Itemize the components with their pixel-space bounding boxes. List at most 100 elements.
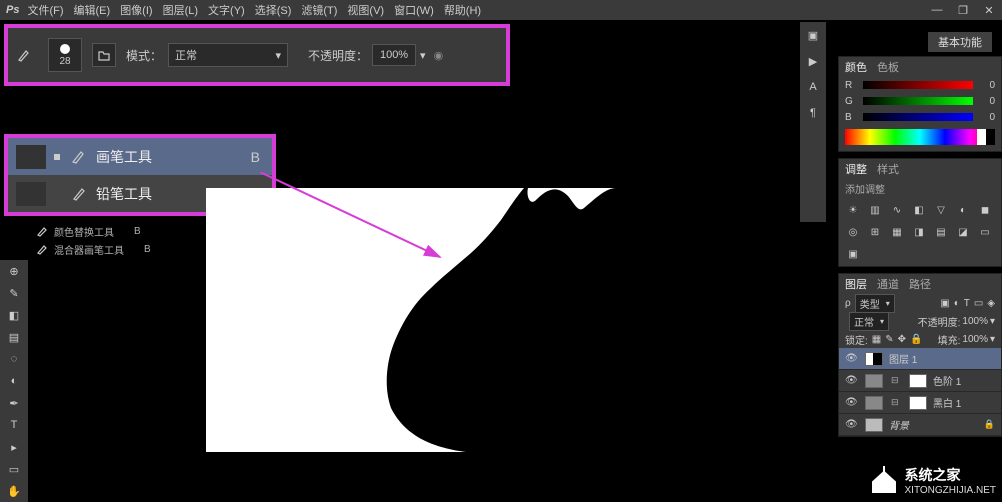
window-close[interactable]: ✕ <box>976 1 1002 19</box>
tab-paths[interactable]: 路径 <box>909 276 931 292</box>
tool-hand[interactable]: ✋ <box>0 480 28 502</box>
green-slider[interactable]: G 0 <box>839 93 1001 109</box>
visibility-icon[interactable]: 👁 <box>845 375 859 386</box>
adj-exposure-icon[interactable]: ◧ <box>911 202 927 218</box>
adj-bw-icon[interactable]: ◼ <box>977 202 993 218</box>
visibility-icon[interactable]: 👁 <box>845 353 859 364</box>
layer-row[interactable]: 👁 ⊟ 黑白 1 <box>839 392 1001 414</box>
document-canvas[interactable] <box>206 188 671 452</box>
slider-track[interactable] <box>863 97 973 105</box>
tool-mixer-brush[interactable]: 混合器画笔工具 B <box>36 240 151 258</box>
tool-dodge[interactable]: ◐ <box>0 370 28 392</box>
menu-help[interactable]: 帮助(H) <box>444 2 481 18</box>
visibility-icon[interactable]: 👁 <box>845 397 859 408</box>
adj-poster-icon[interactable]: ▤ <box>933 224 949 240</box>
blend-mode-select[interactable]: 正常 ▾ <box>168 43 288 67</box>
adj-levels-icon[interactable]: ▥ <box>867 202 883 218</box>
watermark-icon <box>869 466 899 496</box>
blue-slider[interactable]: B 0 <box>839 109 1001 125</box>
red-slider[interactable]: R 0 <box>839 77 1001 93</box>
adj-selective-icon[interactable]: ▣ <box>845 246 861 262</box>
tool-gradient[interactable]: ▤ <box>0 326 28 348</box>
tab-channels[interactable]: 通道 <box>877 276 899 292</box>
dropdown-icon[interactable]: ▾ <box>990 334 995 345</box>
menu-image[interactable]: 图像(I) <box>120 2 152 18</box>
lock-pixel-icon[interactable]: ✎ <box>885 334 893 345</box>
opacity-field[interactable]: 100% <box>372 44 416 66</box>
layer-kind-select[interactable]: 类型▾ <box>855 294 895 313</box>
dropdown-icon[interactable]: ▾ <box>420 49 426 62</box>
tool-blur[interactable]: ◌ <box>0 348 28 370</box>
mask-thumb <box>909 374 927 388</box>
tab-adjustments[interactable]: 调整 <box>845 161 867 177</box>
lock-icon: 🔒 <box>984 419 995 430</box>
menu-edit[interactable]: 编辑(E) <box>74 2 111 18</box>
dock-history[interactable]: ▣ <box>800 22 826 48</box>
adj-gradient-map-icon[interactable]: ▭ <box>977 224 993 240</box>
tool-shape[interactable]: ▭ <box>0 458 28 480</box>
dock-actions[interactable]: ▶ <box>800 48 826 74</box>
layer-row[interactable]: 👁 图层 1 <box>839 348 1001 370</box>
lock-pos-icon[interactable]: ✥ <box>898 334 906 345</box>
color-spectrum[interactable] <box>845 129 995 145</box>
menu-filter[interactable]: 滤镜(T) <box>301 2 337 18</box>
adj-lookup-icon[interactable]: ▦ <box>889 224 905 240</box>
tool-brush[interactable]: 画笔工具 B <box>8 138 272 175</box>
brush-panel-toggle[interactable] <box>92 43 116 67</box>
adj-threshold-icon[interactable]: ◪ <box>955 224 971 240</box>
adj-hue-icon[interactable]: ◐ <box>955 202 971 218</box>
window-restore[interactable]: ❐ <box>950 1 976 19</box>
tool-text[interactable]: T <box>0 414 28 436</box>
lock-trans-icon[interactable]: ▦ <box>872 334 881 345</box>
adj-channel-mixer-icon[interactable]: ⊞ <box>867 224 883 240</box>
layer-row[interactable]: 👁 ⊟ 色阶 1 <box>839 370 1001 392</box>
tab-styles[interactable]: 样式 <box>877 161 899 177</box>
tool-preset-brush[interactable] <box>14 47 34 63</box>
menu-layer[interactable]: 图层(L) <box>163 2 198 18</box>
blend-mode-value: 正常 <box>175 47 197 63</box>
slider-track[interactable] <box>863 113 973 121</box>
filter-pixel-icon[interactable]: ▣ <box>940 298 949 309</box>
layer-blend-select[interactable]: 正常▾ <box>849 312 889 331</box>
brush-preset-picker[interactable]: 28 <box>48 38 82 72</box>
menu-view[interactable]: 视图(V) <box>347 2 384 18</box>
tab-swatches[interactable]: 色板 <box>877 59 899 75</box>
fill-value[interactable]: 100% <box>962 334 988 345</box>
filter-text-icon[interactable]: T <box>964 298 970 309</box>
dropdown-icon[interactable]: ▾ <box>990 316 995 327</box>
dock-para[interactable]: ¶ <box>800 100 826 126</box>
menu-type[interactable]: 文字(Y) <box>208 2 245 18</box>
folder-icon <box>97 48 111 62</box>
tab-color[interactable]: 颜色 <box>845 59 867 75</box>
adj-vibrance-icon[interactable]: ▽ <box>933 202 949 218</box>
tool-history-brush[interactable]: ✎ <box>0 282 28 304</box>
tool-clone-stamp[interactable]: ⊕ <box>0 260 28 282</box>
layer-row[interactable]: 👁 背景 🔒 <box>839 414 1001 436</box>
lock-all-icon[interactable]: 🔒 <box>910 334 922 345</box>
adj-brightness-icon[interactable]: ☀ <box>845 202 861 218</box>
menu-window[interactable]: 窗口(W) <box>394 2 434 18</box>
tool-eraser[interactable]: ◧ <box>0 304 28 326</box>
slider-track[interactable] <box>863 81 973 89</box>
tool-color-replace[interactable]: 颜色替换工具 B <box>36 222 151 240</box>
menu-file[interactable]: 文件(F) <box>27 2 63 18</box>
tool-shortcut: B <box>251 149 260 165</box>
dropdown-icon: ▾ <box>275 49 281 62</box>
filter-smart-icon[interactable]: ◈ <box>987 298 995 309</box>
adj-invert-icon[interactable]: ◨ <box>911 224 927 240</box>
adj-curves-icon[interactable]: ∿ <box>889 202 905 218</box>
filter-shape-icon[interactable]: ▭ <box>974 298 983 309</box>
tool-path-select[interactable]: ▸ <box>0 436 28 458</box>
dock-char[interactable]: A <box>800 74 826 100</box>
workspace-basic[interactable]: 基本功能 <box>928 32 992 52</box>
pressure-opacity-icon[interactable]: ◉ <box>434 49 444 62</box>
adj-photo-filter-icon[interactable]: ◎ <box>845 224 861 240</box>
filter-adjust-icon[interactable]: ◐ <box>954 298 960 309</box>
tool-pen[interactable]: ✒ <box>0 392 28 414</box>
watermark: 系统之家 XITONGZHIJIA.NET <box>869 465 997 496</box>
window-minimize[interactable]: — <box>924 1 950 19</box>
layer-opacity-value[interactable]: 100% <box>962 316 988 327</box>
visibility-icon[interactable]: 👁 <box>845 419 859 430</box>
menu-select[interactable]: 选择(S) <box>255 2 292 18</box>
tab-layers[interactable]: 图层 <box>845 276 867 292</box>
